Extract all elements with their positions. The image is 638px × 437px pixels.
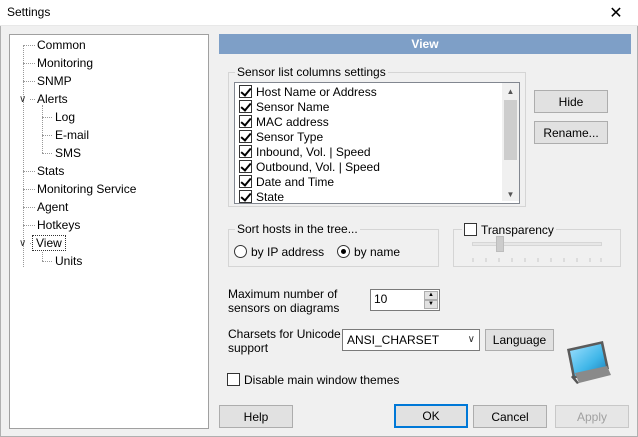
tree-item-alerts[interactable]: Alerts [34, 91, 71, 108]
tree-line [42, 261, 52, 262]
chevron-down-icon[interactable]: ∨ [19, 95, 26, 105]
tree-item-units[interactable]: Units [52, 253, 85, 270]
tree-item-stats[interactable]: Stats [34, 163, 67, 180]
language-button[interactable]: Language [485, 329, 554, 351]
sort-by-ip-option[interactable]: by IP address [234, 245, 324, 259]
help-button[interactable]: Help [219, 405, 293, 428]
checkbox-icon[interactable] [239, 100, 252, 113]
chevron-down-icon[interactable]: ∨ [468, 330, 475, 350]
transparency-slider-thumb[interactable] [496, 236, 504, 252]
stepper-down-icon[interactable]: ▼ [424, 300, 438, 309]
hide-button[interactable]: Hide [534, 90, 608, 113]
column-item-outbound[interactable]: Outbound, Vol. | Speed [239, 160, 380, 175]
chevron-down-icon[interactable]: ∨ [19, 239, 26, 249]
title-bar: Settings ✕ [0, 0, 638, 26]
tree-item-sms[interactable]: SMS [52, 145, 84, 162]
tree-item-monitoring[interactable]: Monitoring [34, 55, 96, 72]
scroll-thumb[interactable] [504, 100, 517, 160]
tree-item-monitoring-service[interactable]: Monitoring Service [34, 181, 139, 198]
scroll-up-icon[interactable]: ▲ [502, 83, 519, 100]
disable-themes-checkbox[interactable]: Disable main window themes [227, 373, 399, 387]
ok-button[interactable]: OK [394, 404, 468, 428]
slider-ticks [472, 258, 602, 262]
transparency-slider-track[interactable] [472, 242, 602, 246]
close-icon[interactable]: ✕ [594, 0, 638, 26]
radio-icon[interactable] [337, 245, 350, 258]
max-sensors-input[interactable] [371, 290, 419, 308]
checkbox-icon[interactable] [239, 160, 252, 173]
settings-tree[interactable]: ∨ ∨ Common Monitoring SNMP Alerts Log E-… [9, 34, 209, 429]
checkbox-icon[interactable] [464, 223, 477, 236]
rename-button[interactable]: Rename... [534, 121, 608, 144]
column-item-inbound[interactable]: Inbound, Vol. | Speed [239, 145, 371, 160]
window-title: Settings [7, 5, 51, 19]
checkbox-icon[interactable] [239, 175, 252, 188]
radio-icon[interactable] [234, 245, 247, 258]
tree-item-hotkeys[interactable]: Hotkeys [34, 217, 83, 234]
checkbox-icon[interactable] [239, 115, 252, 128]
sort-by-name-option[interactable]: by name [337, 245, 400, 259]
column-item-sensor-type[interactable]: Sensor Type [239, 130, 323, 145]
transparency-checkbox[interactable]: Transparency [462, 223, 556, 237]
column-item-mac[interactable]: MAC address [239, 115, 329, 130]
panel-header: View [219, 34, 631, 54]
tree-item-log[interactable]: Log [52, 109, 78, 126]
charset-select[interactable]: ANSI_CHARSET ∨ [342, 329, 480, 351]
column-item-sensor-name[interactable]: Sensor Name [239, 100, 329, 115]
tree-line [42, 117, 52, 118]
checkbox-icon[interactable] [227, 373, 240, 386]
stepper-up-icon[interactable]: ▲ [424, 291, 438, 300]
tree-line [42, 105, 43, 153]
checkbox-icon[interactable] [239, 190, 252, 203]
max-sensors-stepper[interactable]: ▲ ▼ [370, 289, 440, 311]
column-item-state[interactable]: State [239, 190, 284, 203]
checkbox-icon[interactable] [239, 145, 252, 158]
tree-item-snmp[interactable]: SNMP [34, 73, 75, 90]
sensor-columns-list[interactable]: Host Name or Address Sensor Name MAC add… [234, 82, 520, 204]
tree-item-email[interactable]: E-mail [52, 127, 92, 144]
cancel-button[interactable]: Cancel [473, 405, 547, 428]
monitor-icon [567, 341, 611, 384]
tree-line [42, 135, 52, 136]
scroll-down-icon[interactable]: ▼ [502, 186, 519, 203]
checkbox-icon[interactable] [239, 130, 252, 143]
column-item-host[interactable]: Host Name or Address [239, 85, 377, 100]
max-sensors-label: Maximum number of sensors on diagrams [228, 287, 340, 315]
tree-line [42, 153, 52, 154]
apply-button[interactable]: Apply [555, 405, 629, 428]
tree-item-agent[interactable]: Agent [34, 199, 71, 216]
stepper-buttons[interactable]: ▲ ▼ [424, 291, 438, 309]
sort-title: Sort hosts in the tree... [235, 222, 360, 236]
column-item-datetime[interactable]: Date and Time [239, 175, 334, 190]
charsets-label: Charsets for Unicode support [228, 327, 341, 355]
list-scrollbar[interactable]: ▲ ▼ [502, 83, 519, 201]
tree-item-view[interactable]: View [32, 235, 66, 252]
tree-line [23, 45, 24, 267]
checkbox-icon[interactable] [239, 85, 252, 98]
tree-item-common[interactable]: Common [34, 37, 89, 54]
sensor-columns-title: Sensor list columns settings [235, 65, 388, 79]
